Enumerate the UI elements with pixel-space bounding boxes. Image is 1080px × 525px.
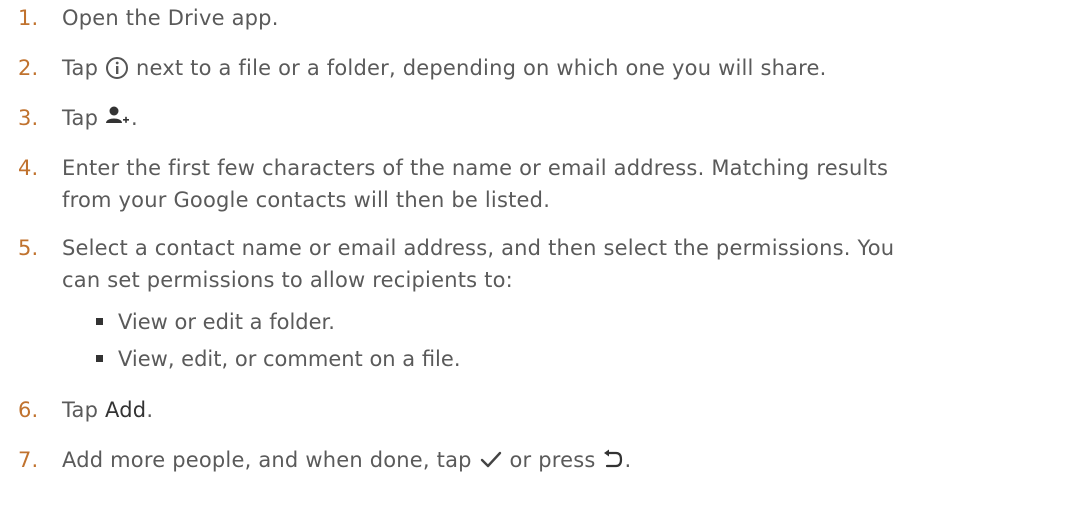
- step-text-pre: Add more people, and when done, tap: [62, 448, 472, 472]
- step-text-post: .: [624, 448, 632, 472]
- step-text-line-2: from your Google contacts will then be l…: [62, 188, 551, 212]
- step-number: 5.: [18, 236, 39, 260]
- step-number: 1.: [18, 6, 39, 30]
- bullet-square-icon: [96, 318, 103, 325]
- add-person-icon: [105, 106, 131, 128]
- info-circle-icon: [105, 56, 129, 80]
- step-number: 4.: [18, 156, 39, 180]
- bullet-text: View or edit a folder.: [118, 310, 335, 334]
- step-text-line-1: Enter the first few characters of the na…: [62, 156, 889, 180]
- add-label: Add: [105, 398, 147, 422]
- step-text-post: next to a file or a folder, depending on…: [135, 56, 827, 80]
- checkmark-icon: [479, 451, 503, 471]
- step-number: 3.: [18, 106, 39, 130]
- step-number: 7.: [18, 448, 39, 472]
- step-text: Open the Drive app.: [62, 6, 279, 30]
- step-text-mid: or press: [509, 448, 596, 472]
- step-text-line-2: can set permissions to allow recipients …: [62, 268, 513, 292]
- step-number: 2.: [18, 56, 39, 80]
- step-text-pre: Tap: [62, 398, 99, 422]
- step-text-pre: Tap: [62, 106, 99, 130]
- step-text-line-1: Select a contact name or email address, …: [62, 236, 895, 260]
- bullet-text: View, edit, or comment on a file.: [118, 347, 461, 371]
- step-text-pre: Tap: [62, 56, 99, 80]
- step-number: 6.: [18, 398, 39, 422]
- step-text-post: .: [131, 106, 138, 130]
- bullet-square-icon: [96, 355, 103, 362]
- step-text-post: .: [146, 398, 154, 422]
- back-arrow-icon: [602, 449, 624, 471]
